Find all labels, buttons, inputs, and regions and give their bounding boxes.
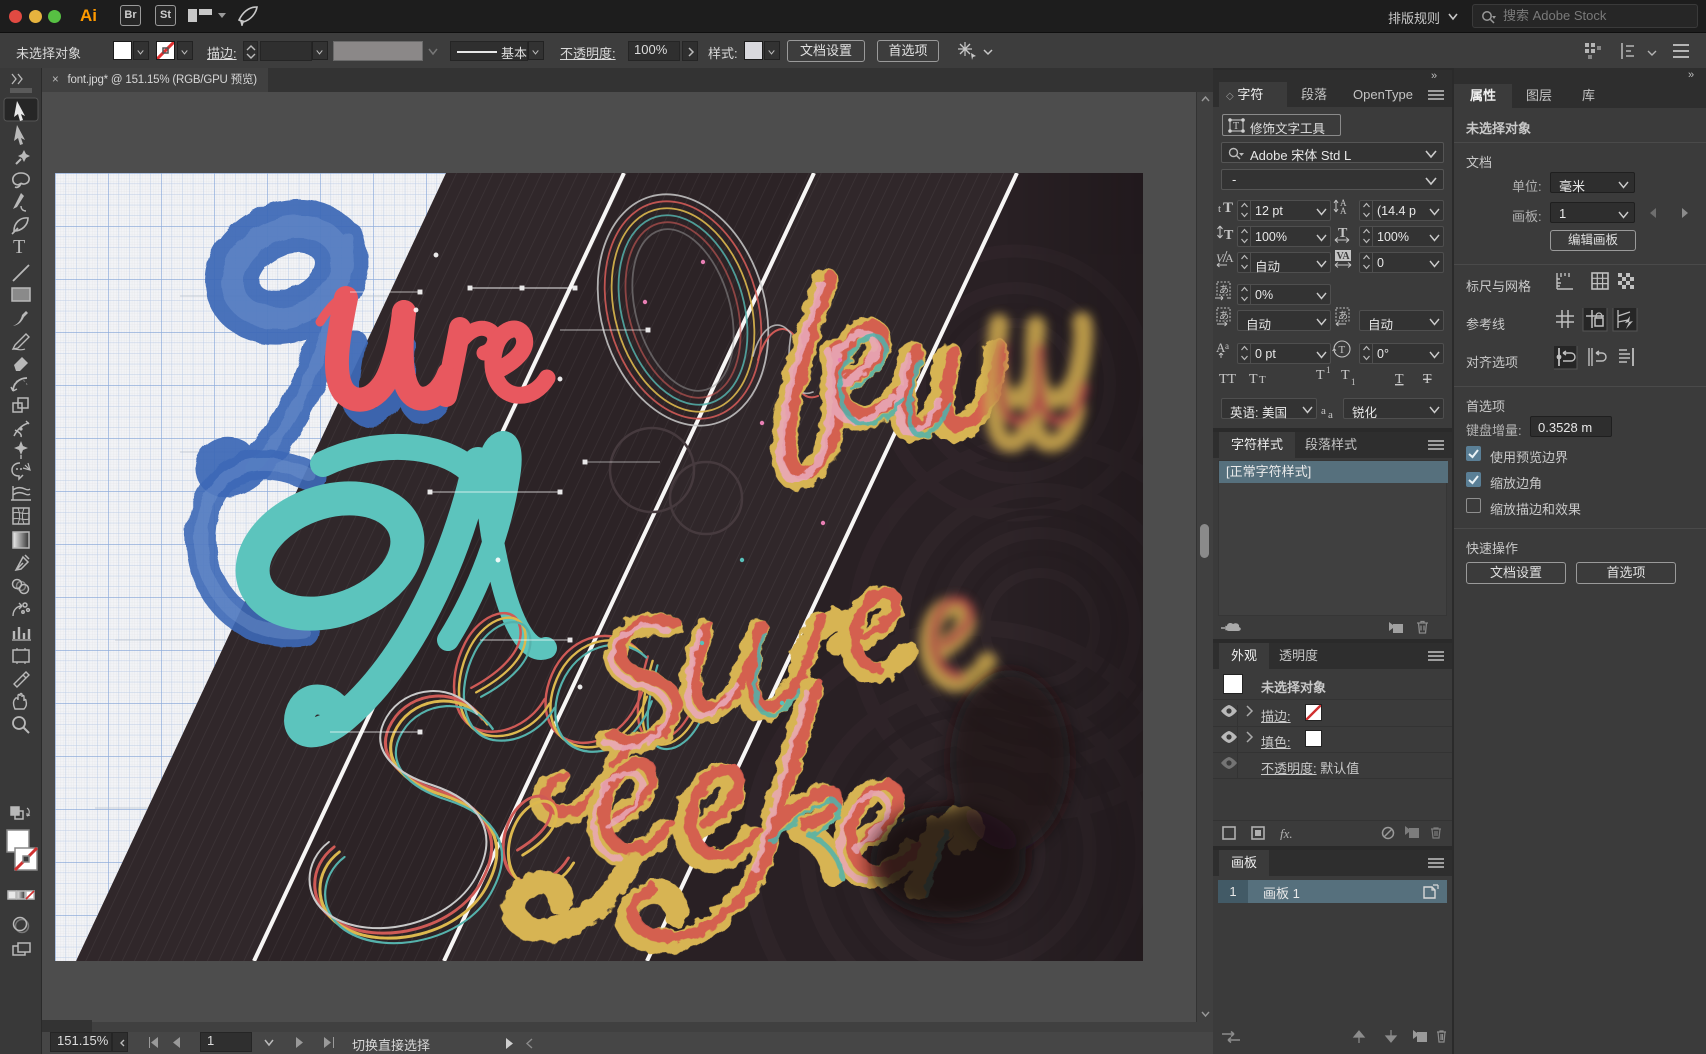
svg-text:a: a bbox=[1225, 341, 1229, 351]
svg-text:TT: TT bbox=[1219, 372, 1237, 387]
svg-text:V: V bbox=[1216, 251, 1225, 265]
svg-text:T: T bbox=[1224, 228, 1234, 243]
svg-text:T: T bbox=[1223, 200, 1233, 216]
svg-text:T: T bbox=[1338, 226, 1348, 241]
svg-text:1: 1 bbox=[1351, 377, 1356, 387]
svg-text:T: T bbox=[1423, 372, 1432, 387]
svg-text:T: T bbox=[1316, 368, 1325, 383]
svg-text:あ: あ bbox=[1219, 284, 1229, 296]
svg-text:T: T bbox=[1341, 368, 1350, 383]
svg-text:T: T bbox=[1339, 344, 1346, 356]
svg-text:a: a bbox=[1328, 409, 1333, 421]
svg-text:あ: あ bbox=[1219, 310, 1229, 322]
svg-text:T: T bbox=[1259, 374, 1266, 386]
svg-text:a: a bbox=[1321, 405, 1326, 417]
svg-text:T: T bbox=[1395, 372, 1404, 387]
svg-text:T: T bbox=[13, 236, 25, 258]
svg-text:t: t bbox=[1218, 203, 1221, 215]
svg-text:A: A bbox=[1225, 251, 1234, 265]
svg-text:あ: あ bbox=[1338, 310, 1348, 322]
svg-text:1: 1 bbox=[1326, 365, 1331, 375]
svg-text:A: A bbox=[1340, 206, 1347, 216]
svg-text:T: T bbox=[1249, 372, 1258, 387]
svg-text:T: T bbox=[1233, 121, 1239, 132]
svg-text:fx.: fx. bbox=[1280, 826, 1293, 840]
svg-text:VA: VA bbox=[1337, 251, 1351, 262]
